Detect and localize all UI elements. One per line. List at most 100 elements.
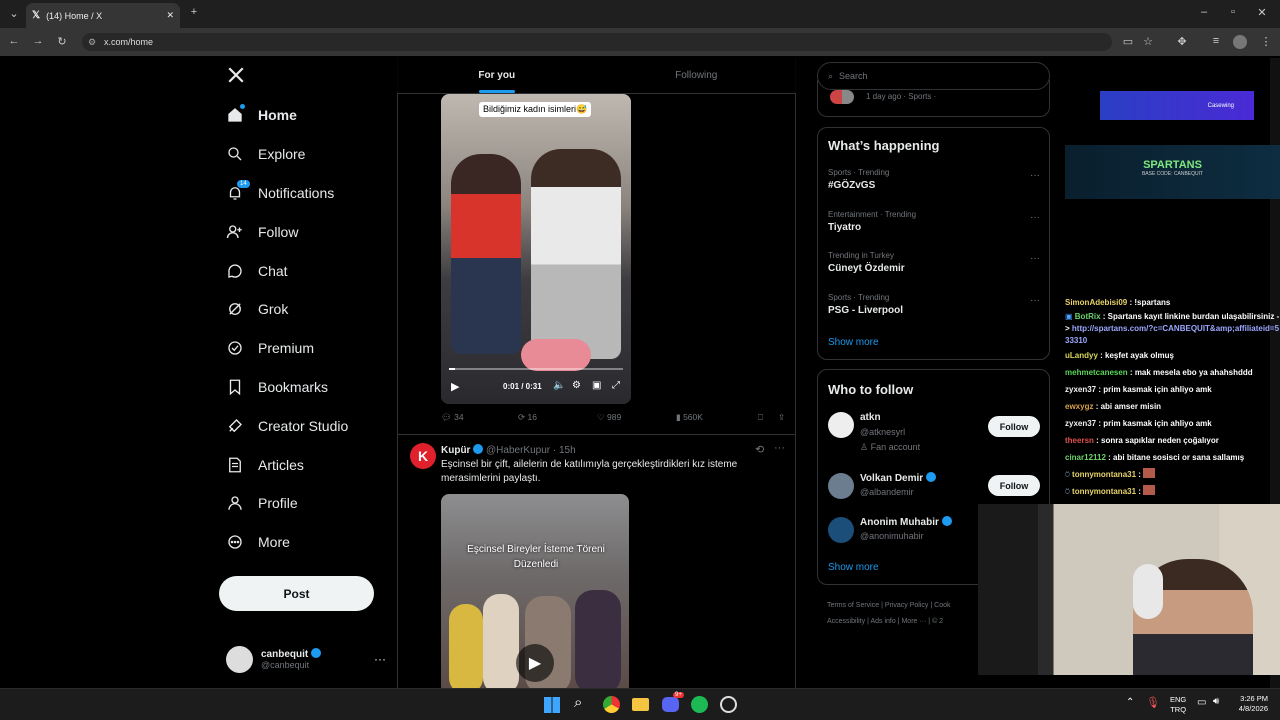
show-more-link[interactable]: Show more [828,562,879,573]
post-avatar[interactable]: K [410,443,436,469]
windows-start-icon[interactable] [544,697,560,713]
back-icon[interactable]: ← [4,35,24,47]
follow-name[interactable]: Volkan Demir [860,472,936,484]
trend-item[interactable]: Trending in Turkey Cüneyt Özdemir ··· [828,251,1040,274]
reload-icon[interactable]: ↻ [52,35,72,48]
language-indicator[interactable]: ENG TRQ [1170,695,1186,715]
tab-for-you[interactable]: For you [397,58,597,93]
show-more-link[interactable]: Show more [828,337,879,348]
follow-name[interactable]: atkn [860,412,881,423]
follow-name[interactable]: Anonim Muhabir [860,516,952,528]
extensions-icon[interactable]: ✥ [1172,35,1192,48]
nav-item-grok[interactable]: Grok [218,290,396,329]
account-switcher[interactable]: canbequit @canbequit ··· [226,644,386,674]
trend-item[interactable]: Sports · Trending #GÖZvGS ··· [828,168,1040,191]
trend-more-icon[interactable]: ··· [1030,253,1040,264]
volume-icon[interactable]: 🔈 [553,380,565,391]
bookmark-icon[interactable]: ⎕ [758,412,778,423]
browser-avatar[interactable] [1233,35,1247,49]
network-icon[interactable]: ▭ [1197,697,1206,708]
nav-item-profile[interactable]: Profile [218,484,396,523]
nav-item-home[interactable]: Home [218,96,396,135]
footer-link[interactable]: Ads info [870,618,895,625]
nav-item-explore[interactable]: Explore [218,135,396,174]
play-icon[interactable]: ▶ [516,644,554,682]
trend-more-icon[interactable]: ··· [1030,170,1040,181]
obs-icon[interactable] [720,696,737,713]
reply-button[interactable]: 💬︎ 34 [441,412,518,423]
avatar[interactable] [828,412,854,438]
nav-item-notifications[interactable]: Notifications 14 [218,174,396,213]
nav-item-articles[interactable]: Articles [218,445,396,484]
author-handle[interactable]: @HaberKupur [486,445,550,456]
new-tab-icon[interactable]: + [184,6,204,18]
trend-more-icon[interactable]: ··· [1030,295,1040,306]
volume-icon[interactable]: 🔊︎ [1213,696,1219,707]
home-icon [228,108,242,123]
nav-item-bookmarks[interactable]: Bookmarks [218,368,396,407]
trend-item[interactable]: Sports · Trending PSG - Liverpool ··· [828,293,1040,316]
url-field[interactable]: ⚙ x.com/home [82,33,1112,51]
footer-link[interactable]: Privacy Policy [885,602,929,609]
chrome-icon[interactable] [603,696,620,713]
browser-tab-strip: ⌄ 𝕏 (14) Home / X ✕ + – ▫ ✕ [0,0,1280,28]
panel-title: Who to follow [828,382,914,397]
browser-tab[interactable]: 𝕏 (14) Home / X ✕ [26,3,180,28]
footer-link[interactable]: Cook [934,602,950,609]
close-tab-icon[interactable]: ✕ [166,10,174,21]
grok-post-icon[interactable]: ⟲ [755,443,764,456]
rocket-icon [228,418,242,432]
tab-following[interactable]: Following [597,58,797,93]
nav-item-premium[interactable]: Premium [218,329,396,368]
trend-item[interactable]: Entertainment · Trending Tiyatro ··· [828,210,1040,233]
like-button[interactable]: ♡ 989 [597,412,676,423]
spotify-icon[interactable] [691,696,708,713]
pip-icon[interactable]: ▣ [592,380,601,391]
discord-icon[interactable] [662,697,679,712]
share-icon[interactable]: ⇪ [778,412,785,423]
cast-icon[interactable]: ▭ [1118,35,1138,48]
browser-menu-icon[interactable]: ⋮ [1256,35,1276,48]
chat-message: ewxygz : abi amser misin [1065,402,1162,411]
footer-link[interactable]: Terms of Service [827,602,879,609]
video-thumbnail[interactable]: Eşcinsel Bireyler İsteme Töreni Düzenled… [441,494,629,688]
post-more-icon[interactable]: ··· [774,442,785,454]
views-button[interactable]: ▮ 560K [676,412,758,423]
forward-icon[interactable]: → [28,35,48,47]
nav-item-label: Articles [258,456,304,473]
clock[interactable]: 3:26 PM 4/8/2026 [1228,694,1268,714]
chat-link[interactable]: http://spartans.com/?c=CANBEQUIT&amp;aff… [1065,324,1279,345]
nav-item-follow[interactable]: Follow [218,212,396,251]
folder-icon[interactable] [632,698,649,711]
nav-item-chat[interactable]: Chat [218,251,396,290]
trend-more-icon[interactable]: ··· [1030,212,1040,223]
search-icon[interactable]: ⌕ [574,694,582,711]
avatar[interactable] [828,517,854,543]
more-dots-icon[interactable]: ··· [374,652,386,666]
maximize-icon[interactable]: ▫ [1223,6,1243,18]
author-name[interactable]: Kupür [441,445,470,456]
video-player[interactable]: Bildiğimiz kadın isimleri😅 ▶ 0:01 / 0:31… [441,94,631,404]
mic-icon[interactable]: 🎙︎ [1146,696,1160,709]
tab-list-icon[interactable]: ⌄ [4,7,24,20]
follow-button[interactable]: Follow [988,475,1040,496]
bookmark-star-icon[interactable]: ☆ [1138,35,1158,48]
site-info-icon[interactable]: ⚙ [88,37,96,48]
play-icon[interactable]: ▶ [451,380,459,393]
repost-button[interactable]: ⟳ 16 [518,412,597,423]
fullscreen-icon[interactable]: ⤢ [612,380,620,391]
nav-item-more[interactable]: More [218,523,396,562]
avatar[interactable] [828,473,854,499]
footer-link[interactable]: Accessibility [827,618,865,625]
footer-link[interactable]: More ··· [901,618,926,625]
settings-icon[interactable]: ⚙ [572,380,581,391]
nav-item-creator-studio[interactable]: Creator Studio [218,406,396,445]
close-window-icon[interactable]: ✕ [1252,6,1272,19]
tray-chevron-icon[interactable]: ⌃ [1126,697,1134,708]
follow-button[interactable]: Follow [988,416,1040,437]
reading-list-icon[interactable]: ≡ [1206,35,1226,47]
video-progress-track[interactable] [449,368,623,370]
x-logo-icon[interactable] [227,66,245,84]
post-button[interactable]: Post [219,576,374,611]
minimize-icon[interactable]: – [1194,6,1214,18]
